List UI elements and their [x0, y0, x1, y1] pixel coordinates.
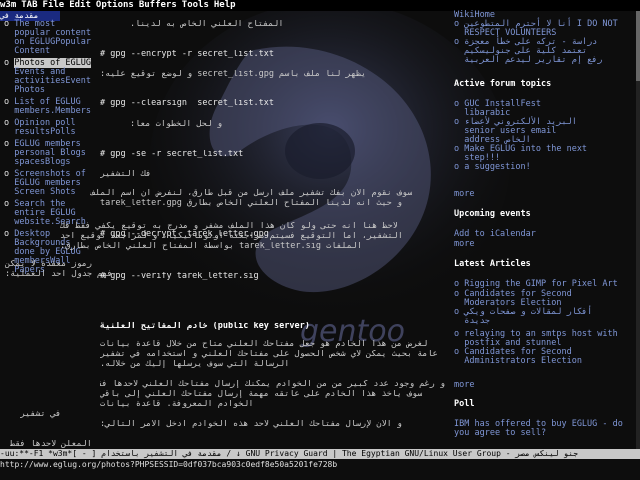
menu-item-file[interactable]: File [43, 0, 65, 10]
text-line: و رغم وجود عدد كبير من من الخوادم يمكنك … [100, 380, 445, 389]
bullet-icon [4, 106, 14, 116]
text-line: فهم جدول أحد العملية: [5, 270, 113, 279]
code-line: # gpg --clearsign secret_list.txt [100, 99, 274, 108]
sidebar-heading: Poll [454, 399, 475, 409]
text-line: لغرض من هذا الخادم هو جعل مفتاحك العلني … [100, 340, 428, 349]
nav-link[interactable]: Photos [4, 86, 120, 95]
sidebar-link[interactable]: جديدة [454, 317, 638, 326]
nav-link[interactable]: spacesBlogs [4, 158, 120, 167]
sidebar-heading: Active forum topics [454, 79, 552, 89]
code-line: # gpg -se -r secret_list.txt [100, 150, 244, 159]
sidebar-link[interactable]: Administrators Election [454, 357, 638, 366]
sidebar-link[interactable]: more [454, 190, 638, 199]
bullet-icon [4, 127, 14, 137]
menu-item-help[interactable]: Help [214, 0, 236, 10]
menu-item-tools[interactable]: Tools [182, 0, 209, 10]
bullet-icon [4, 217, 14, 227]
sidebar-link[interactable]: رفع إم تقارير ليدعم العربية [454, 56, 638, 65]
menu-bar: w3m TAB File Edit Options Buffers Tools Help [0, 0, 640, 11]
code-line: # gpg --encrypt -r secret_list.txt [100, 50, 274, 59]
sidebar-heading: Upcoming events [454, 209, 531, 219]
text-line: الخوادم المعروفة. قاعدة بيانات [100, 400, 254, 409]
sidebar-link[interactable]: o Rigging the GIMP for Pixel Art [454, 280, 638, 289]
sidebar-link[interactable]: more [454, 240, 638, 249]
text-line: سوف نقوم الآن بفك تشفير ملف أرسل من قبل … [90, 189, 413, 198]
nav-link-text: Screen Shots [14, 187, 76, 197]
sidebar-link[interactable]: more [454, 381, 638, 390]
text-line: لاحظ هنا أنه حتى ولو كان هذا الملف مشفر … [60, 222, 398, 231]
menu-item-w3m[interactable]: w3m [0, 0, 16, 10]
mode-line: -uu:**-F1 *w3m*[ - ] مقدمة في التشفير با… [0, 449, 640, 459]
text-line: عامة بحيث يمكن لأي شخص الحصول على مفتاحك… [100, 350, 438, 359]
text-line: خادم المفاتيح العلنية (public key server… [100, 322, 310, 331]
scrollbar[interactable] [636, 11, 640, 449]
text-line: الملفات tarek_letter.sig بواسطة المفتاح … [60, 242, 362, 251]
text-line: في تشفير [20, 410, 61, 419]
sidebar-link[interactable]: you agree to sell? [454, 429, 638, 438]
nav-link-text: Photos [14, 85, 45, 95]
text-line: سوف يأخذ هذا الخادم على عاتقه مهمة إرسال… [100, 390, 423, 399]
nav-link[interactable]: resultsPolls [4, 128, 120, 137]
code-line: # gpg --verify tarek_letter.sig [100, 272, 259, 281]
bullet-icon [4, 157, 14, 167]
nav-link-text: spacesBlogs [14, 157, 71, 167]
menu-item-options[interactable]: Options [96, 0, 134, 10]
scrollbar-thumb[interactable] [636, 11, 640, 81]
menu-item-tab[interactable]: TAB [21, 0, 37, 10]
nav-link-text: Content [14, 46, 51, 56]
sidebar-heading: Latest Articles [454, 259, 531, 269]
sidebar-link[interactable]: Add to iCalendar [454, 230, 638, 239]
text-line: فك التشفير [100, 170, 152, 179]
nav-link[interactable]: members.Members [4, 107, 120, 116]
text-line: المفتاح العلني الخاص به لدينا. [130, 20, 284, 29]
text-line: يظهر لنا ملف باسم secret_list.gpg و لوضع… [100, 70, 367, 79]
menu-item-buffers[interactable]: Buffers [139, 0, 177, 10]
bullet-icon [4, 187, 14, 197]
text-line: و لحل الخطوات معا: [130, 120, 223, 129]
left-navigation: o The most popular content on EGLUGPopul… [0, 20, 120, 340]
menu-item-edit[interactable]: Edit [69, 0, 91, 10]
url-echo-line: http://www.eglug.org/photos?PHPSESSID=0d… [0, 460, 338, 469]
text-line: tarek_letter.gpg و حيث أنه لدينا المفتاح… [100, 199, 402, 208]
bullet-icon [4, 46, 14, 56]
right-sidebar: WikiHome o أنا لا أحترم المتطوعين I DO NO… [450, 11, 638, 438]
text-line: و الآن لإرسال مفتاحك العلني لأحد هذه الخ… [100, 420, 402, 429]
text-line: الرسالة التي سوف يرسلها إليك من خلاله. [100, 360, 290, 369]
nav-link-text: resultsPolls [14, 127, 76, 137]
nav-link-text: members.Members [14, 106, 92, 116]
text-line: رموز معقدة لا يمكن [5, 260, 92, 269]
sidebar-link[interactable]: o a suggestion! [454, 163, 638, 172]
bullet-icon [4, 85, 14, 95]
text-line: التشفير، أما التوقيع فسيتم مراجعته أوتوم… [60, 232, 403, 241]
text-line: المعلن لأحدها فقط [10, 440, 92, 449]
